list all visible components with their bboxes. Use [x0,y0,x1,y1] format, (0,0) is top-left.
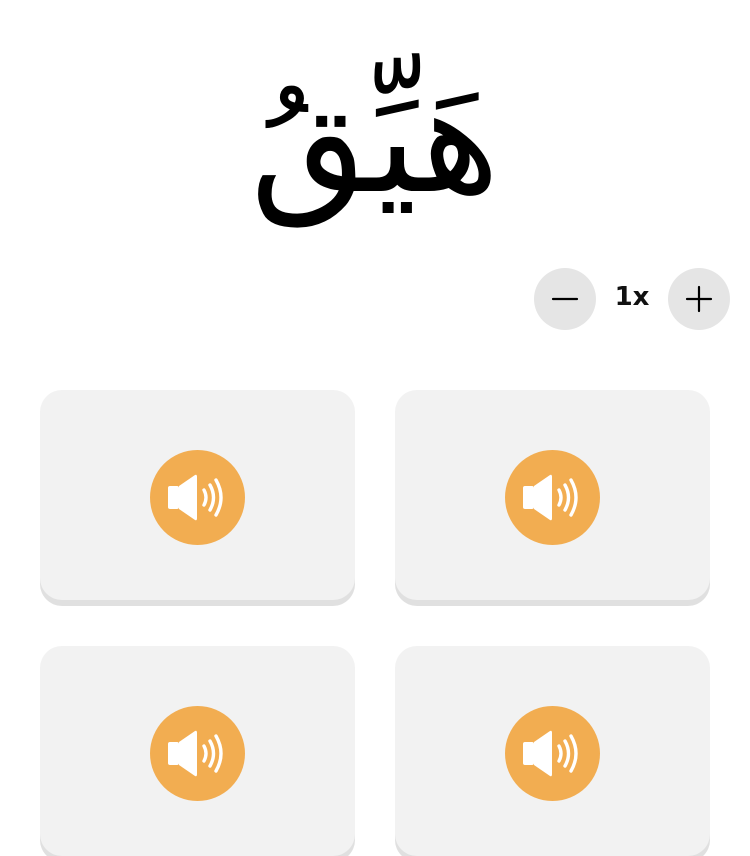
audio-option-card-2[interactable] [395,390,710,600]
play-audio-button[interactable] [150,450,245,545]
plus-icon [685,285,713,313]
increase-speed-button[interactable] [668,268,730,330]
speaker-icon [168,474,223,521]
speaker-icon [523,474,578,521]
audio-option-card-4[interactable] [395,646,710,856]
audio-option-card-1[interactable] [40,390,355,600]
audio-option-card-3[interactable] [40,646,355,856]
speaker-icon [523,730,578,777]
speaker-icon [168,730,223,777]
play-audio-button[interactable] [150,706,245,801]
minus-icon [551,297,579,301]
speed-label: 1x [614,282,650,312]
play-audio-button[interactable] [505,706,600,801]
decrease-speed-button[interactable] [534,268,596,330]
arabic-word: هَيِّقُ [250,53,500,227]
playback-speed-control: 1x [533,268,731,330]
play-audio-button[interactable] [505,450,600,545]
